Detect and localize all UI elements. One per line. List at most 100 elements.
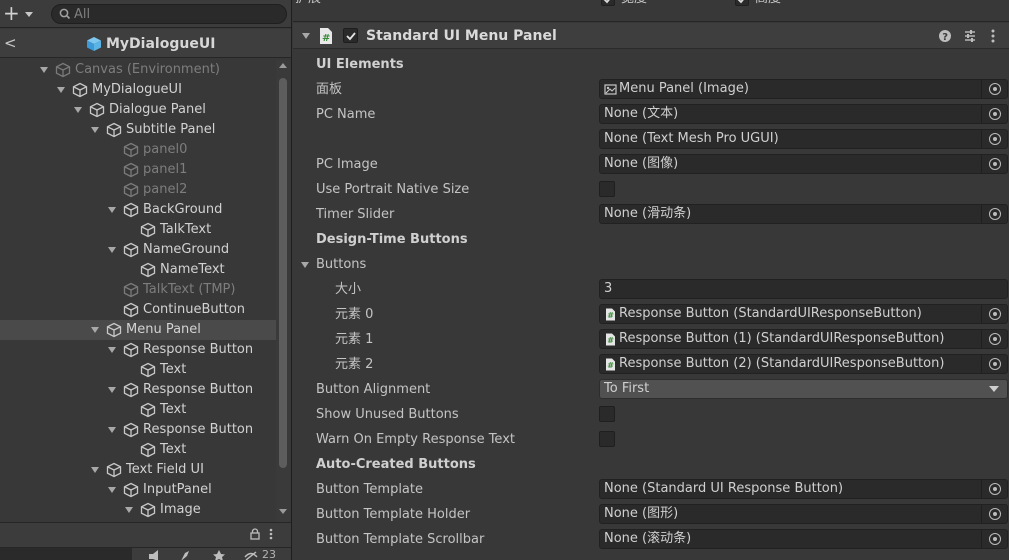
hierarchy-item[interactable]: NameText: [0, 260, 276, 280]
hierarchy-item[interactable]: ContinueButton: [0, 300, 276, 320]
prev-checkbox-2[interactable]: [735, 0, 749, 6]
object-field[interactable]: None (Text Mesh Pro UGUI): [599, 129, 1008, 149]
fold-arrow-icon[interactable]: [125, 507, 133, 513]
back-arrow-button[interactable]: <: [4, 35, 17, 51]
component-fold-arrow-icon[interactable]: [302, 33, 310, 39]
star-icon[interactable]: [212, 550, 226, 560]
toggle-checkbox[interactable]: [599, 181, 615, 197]
cube-outline-icon: [72, 82, 88, 98]
cube-outline-icon: [106, 462, 122, 478]
fold-arrow-icon[interactable]: [91, 467, 99, 473]
hierarchy-item[interactable]: TalkText: [0, 220, 276, 240]
toggle-checkbox[interactable]: [599, 431, 615, 447]
plus-icon: +: [3, 1, 20, 25]
fold-arrow-icon[interactable]: [108, 347, 116, 353]
hierarchy-item[interactable]: Text: [0, 400, 276, 420]
object-picker-button[interactable]: [981, 130, 1007, 148]
search-input[interactable]: [74, 6, 274, 22]
array-size-field[interactable]: 3: [599, 279, 1008, 299]
brush-icon[interactable]: [178, 550, 192, 560]
toggle-checkbox[interactable]: [599, 406, 615, 422]
visibility-icon[interactable]: [244, 550, 258, 560]
foldout-arrow-icon[interactable]: [301, 262, 309, 268]
fold-arrow-icon[interactable]: [57, 87, 65, 93]
fold-arrow-icon[interactable]: [108, 487, 116, 493]
component-enabled-checkbox[interactable]: [343, 28, 358, 43]
hierarchy-item[interactable]: Subtitle Panel: [0, 120, 276, 140]
lock-icon[interactable]: [249, 528, 261, 540]
object-field[interactable]: None (Standard UI Response Button): [599, 479, 1008, 499]
fold-arrow-icon[interactable]: [108, 427, 116, 433]
fold-arrow-icon[interactable]: [108, 207, 116, 213]
hierarchy-item[interactable]: Text: [0, 440, 276, 460]
hierarchy-item[interactable]: Text: [0, 360, 276, 380]
object-field[interactable]: None (滚动条): [599, 529, 1008, 549]
object-field[interactable]: Menu Panel (Image): [599, 79, 1008, 99]
hierarchy-item[interactable]: TalkText (TMP): [0, 280, 276, 300]
create-dropdown-button[interactable]: +: [3, 1, 37, 25]
object-field[interactable]: None (图像): [599, 154, 1008, 174]
help-icon[interactable]: ?: [938, 28, 952, 44]
fold-arrow-icon[interactable]: [40, 67, 48, 73]
prev-left-label: 扩展: [295, 0, 321, 7]
fold-arrow-icon[interactable]: [74, 107, 82, 113]
object-field[interactable]: None (滑动条): [599, 204, 1008, 224]
object-picker-button[interactable]: [981, 155, 1007, 173]
hierarchy-scrollbar-thumb[interactable]: [279, 78, 287, 468]
hierarchy-item[interactable]: panel2: [0, 180, 276, 200]
scroll-up-arrow-icon[interactable]: [279, 63, 287, 68]
hierarchy-item[interactable]: Text Field UI: [0, 460, 276, 480]
audio-icon[interactable]: [148, 550, 162, 560]
object-picker-button[interactable]: [981, 105, 1007, 123]
hierarchy-item-label: panel2: [143, 182, 188, 197]
object-picker-button[interactable]: [981, 80, 1007, 98]
enum-dropdown[interactable]: To First: [599, 379, 1008, 399]
hierarchy-item[interactable]: Response Button: [0, 380, 276, 400]
presets-icon[interactable]: [963, 28, 977, 44]
fold-arrow-icon[interactable]: [108, 247, 116, 253]
component-header[interactable]: # Standard UI Menu Panel ?: [293, 23, 1009, 49]
object-picker-button[interactable]: [981, 505, 1007, 523]
hierarchy-item[interactable]: InputPanel: [0, 480, 276, 500]
object-field[interactable]: # Response Button (StandardUIResponseButt…: [599, 304, 1008, 324]
fold-arrow-icon[interactable]: [108, 387, 116, 393]
hierarchy-item[interactable]: BackGround: [0, 200, 276, 220]
object-picker-button[interactable]: [981, 355, 1007, 373]
cube-outline-icon: [55, 62, 71, 78]
hierarchy-item[interactable]: MyDialogueUI: [0, 80, 276, 100]
prev-checkbox[interactable]: [601, 0, 615, 6]
fold-arrow-icon[interactable]: [91, 127, 99, 133]
fold-arrow-icon[interactable]: [91, 327, 99, 333]
object-picker-button[interactable]: [981, 305, 1007, 323]
hierarchy-item[interactable]: Menu Panel: [0, 320, 276, 340]
menu-dots-icon[interactable]: [269, 528, 273, 540]
property-row: Show Unused Buttons: [293, 402, 1009, 427]
hierarchy-toolbar: +: [0, 0, 291, 28]
hierarchy-item[interactable]: Image: [0, 500, 276, 520]
object-picker-button[interactable]: [981, 530, 1007, 548]
property-row: 元素 0 # Response Button (StandardUIResponse…: [293, 302, 1009, 327]
hierarchy-item[interactable]: panel0: [0, 140, 276, 160]
hierarchy-item[interactable]: Dialogue Panel: [0, 100, 276, 120]
checkmark-icon: [346, 32, 356, 41]
object-picker-button[interactable]: [981, 205, 1007, 223]
property-label[interactable]: Buttons: [316, 256, 366, 273]
object-picker-button[interactable]: [981, 330, 1007, 348]
cube-outline-icon: [123, 162, 139, 178]
hierarchy-item[interactable]: Canvas (Environment): [0, 60, 276, 80]
hierarchy-item[interactable]: panel1: [0, 160, 276, 180]
hierarchy-item[interactable]: Response Button: [0, 340, 276, 360]
object-field[interactable]: # Response Button (2) (StandardUIResponse…: [599, 354, 1008, 374]
object-field[interactable]: # Response Button (1) (StandardUIResponse…: [599, 329, 1008, 349]
prefab-breadcrumb: < MyDialogueUI: [0, 29, 291, 58]
menu-dots-icon[interactable]: [990, 28, 996, 44]
object-field[interactable]: None (文本): [599, 104, 1008, 124]
object-field[interactable]: None (图形): [599, 504, 1008, 524]
scroll-down-arrow-icon[interactable]: [279, 509, 287, 514]
object-picker-button[interactable]: [981, 480, 1007, 498]
hierarchy-item-label: Image: [160, 502, 201, 517]
hierarchy-item[interactable]: Response Button: [0, 420, 276, 440]
hierarchy-search[interactable]: [51, 4, 287, 24]
hierarchy-item[interactable]: NameGround: [0, 240, 276, 260]
cube-outline-icon: [123, 342, 139, 358]
